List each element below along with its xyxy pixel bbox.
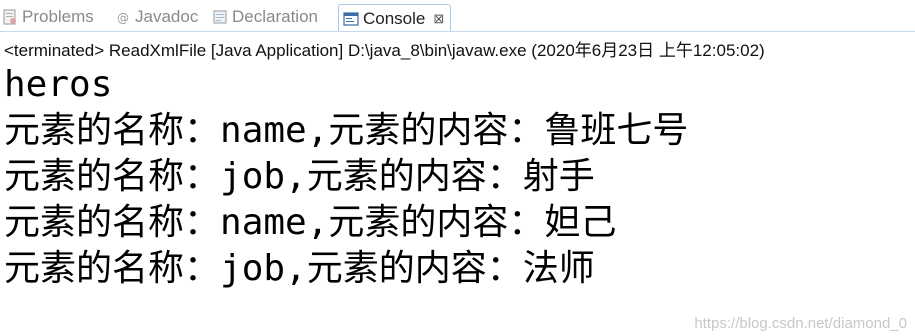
tab-divider — [0, 31, 915, 32]
console-output: heros 元素的名称：name,元素的内容：鲁班七号 元素的名称：job,元素… — [4, 62, 909, 292]
element-content-prefix: 元素的内容： — [328, 110, 545, 151]
console-view: Problems @ Javadoc Declaration Console ⊠… — [0, 0, 915, 336]
tab-problems-label: Problems — [22, 7, 94, 26]
element-name-prefix: 元素的名称： — [4, 110, 221, 151]
element-content-prefix: 元素的内容： — [328, 202, 545, 243]
watermark: https://blog.csdn.net/diamond_0 — [694, 315, 907, 332]
element-name-prefix: 元素的名称： — [4, 156, 221, 197]
console-icon — [343, 11, 359, 27]
separator: , — [306, 110, 329, 151]
tab-declaration-label: Declaration — [232, 7, 318, 26]
javadoc-at-icon: @ — [115, 9, 131, 25]
element-name: job — [220, 156, 286, 197]
tab-console-label: Console — [363, 8, 426, 28]
element-name-prefix: 元素的名称： — [4, 202, 221, 243]
element-name: name — [220, 202, 307, 243]
declaration-icon — [212, 9, 228, 25]
tab-declaration[interactable]: Declaration — [212, 4, 318, 30]
element-content-prefix: 元素的内容： — [306, 248, 523, 289]
output-root-text: heros — [4, 64, 113, 105]
element-name: job — [220, 248, 286, 289]
output-line: 元素的名称：job,元素的内容：射手 — [4, 154, 909, 200]
separator: , — [306, 202, 329, 243]
tab-javadoc[interactable]: @ Javadoc — [115, 4, 198, 30]
output-line: 元素的名称：name,元素的内容：鲁班七号 — [4, 108, 909, 154]
tab-javadoc-label: Javadoc — [135, 7, 199, 26]
view-tab-bar: Problems @ Javadoc Declaration Console ⊠ — [0, 0, 915, 34]
separator: , — [285, 248, 307, 289]
element-name-prefix: 元素的名称： — [4, 248, 221, 289]
element-content-prefix: 元素的内容： — [306, 156, 523, 197]
process-status-line: <terminated> ReadXmlFile [Java Applicati… — [4, 41, 765, 60]
element-name: name — [220, 110, 307, 151]
tab-console[interactable]: Console ⊠ — [338, 4, 452, 32]
tab-problems[interactable]: Problems — [2, 4, 94, 30]
output-line: heros — [4, 62, 909, 108]
element-content: 妲己 — [544, 202, 617, 243]
element-content: 射手 — [522, 156, 595, 197]
close-icon[interactable]: ⊠ — [433, 12, 444, 25]
output-line: 元素的名称：name,元素的内容：妲己 — [4, 200, 909, 246]
element-content: 鲁班七号 — [544, 110, 689, 151]
svg-text:@: @ — [117, 11, 129, 25]
output-line: 元素的名称：job,元素的内容：法师 — [4, 246, 909, 292]
separator: , — [285, 156, 307, 197]
element-content: 法师 — [522, 248, 595, 289]
problems-icon — [2, 9, 18, 25]
